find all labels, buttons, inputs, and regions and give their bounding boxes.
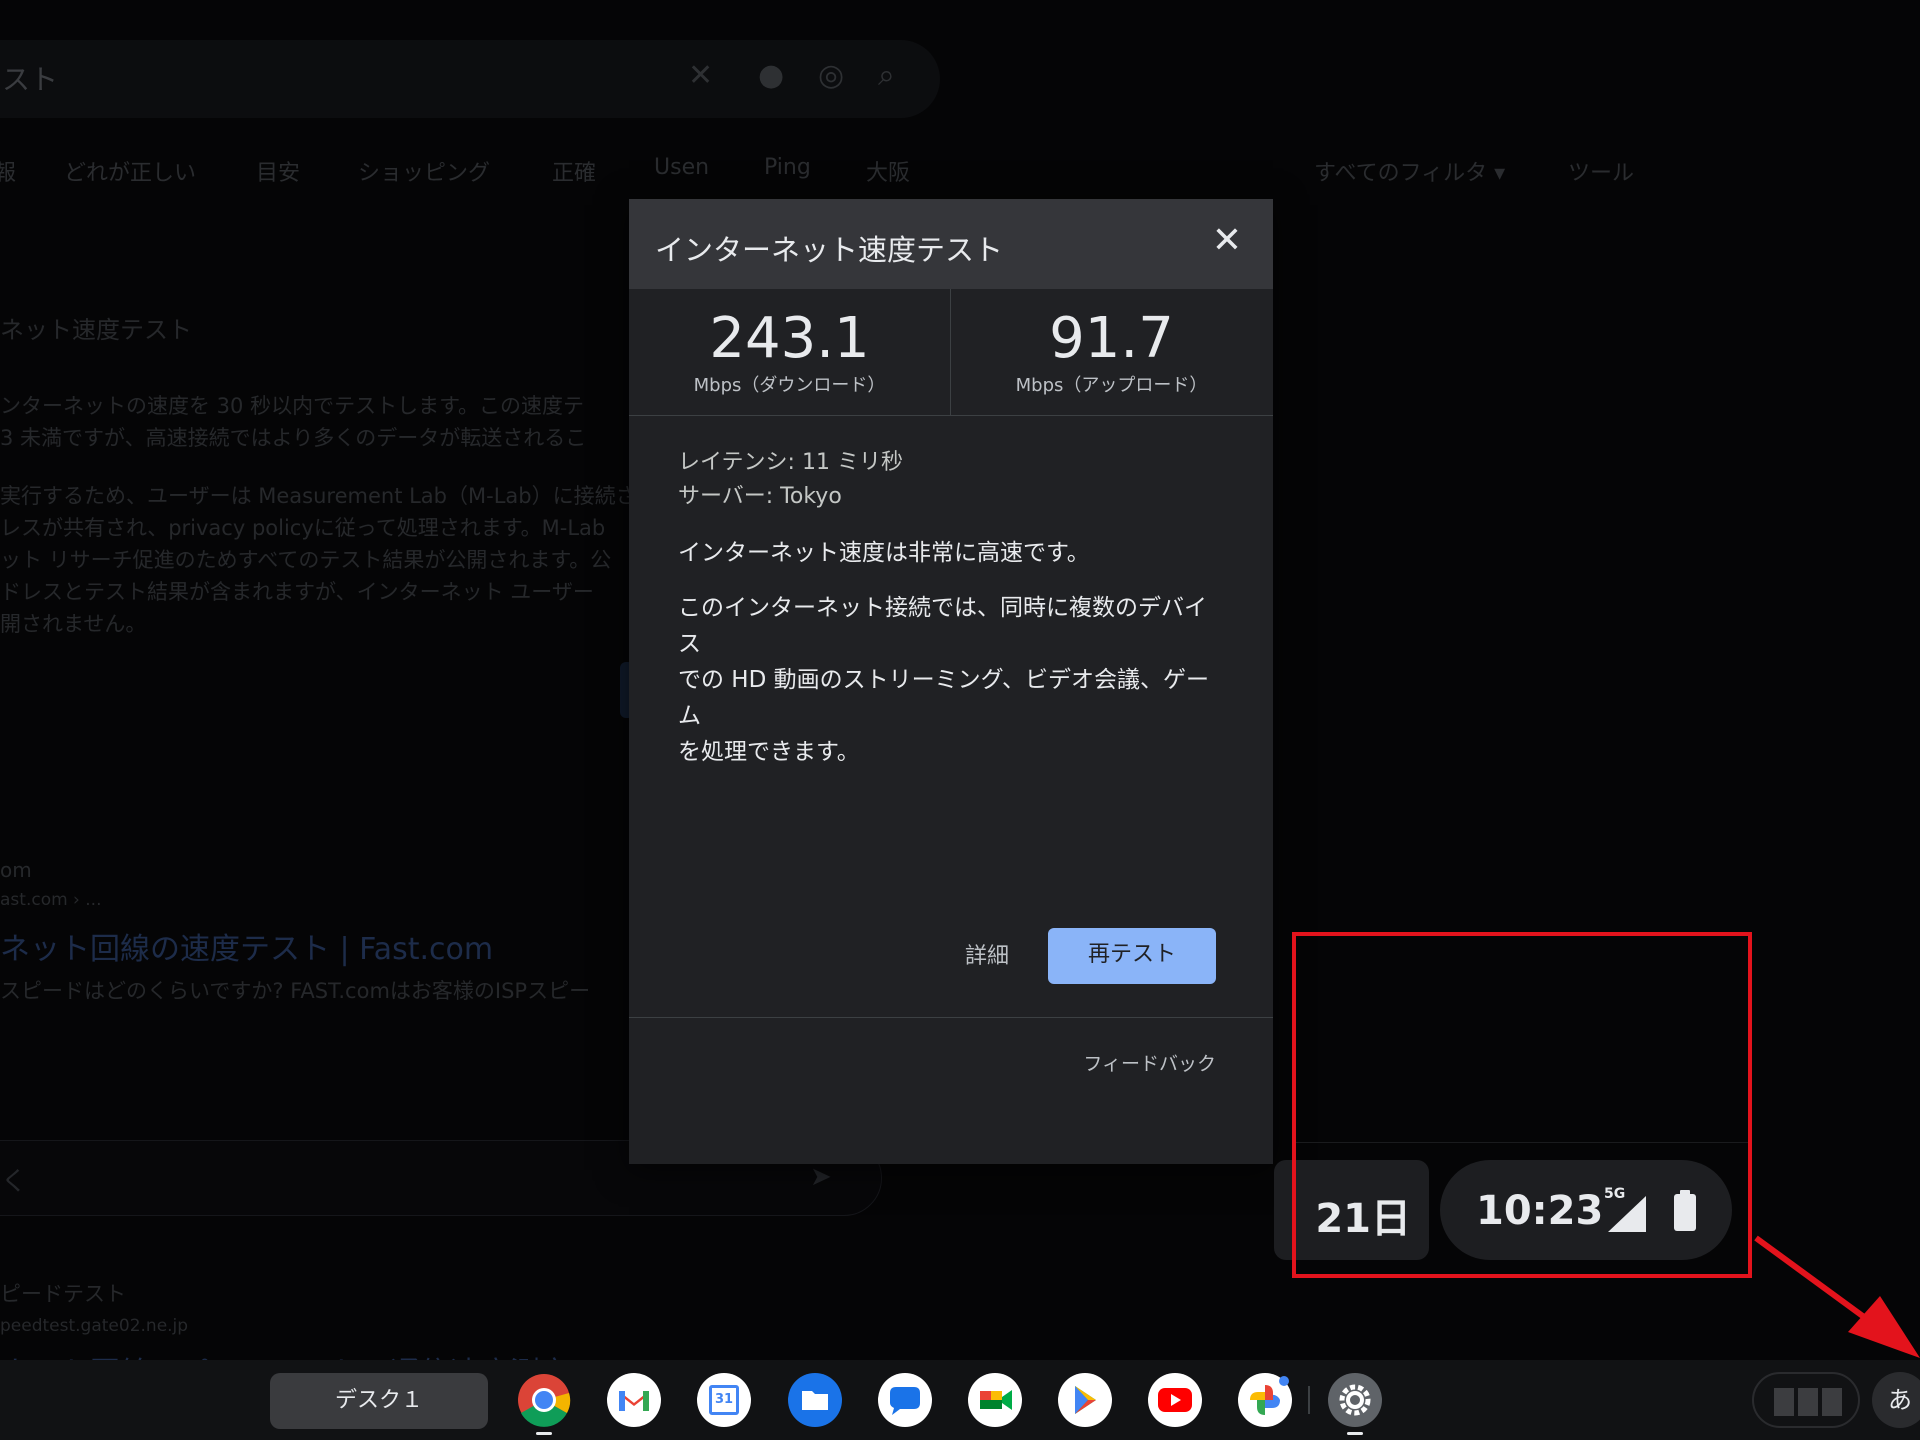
calendar-day: 31 xyxy=(709,1385,739,1415)
server-text: サーバー: Tokyo xyxy=(678,484,842,509)
send-icon[interactable]: ➤ xyxy=(810,1162,832,1192)
download-unit: Mbps（ダウンロード） xyxy=(693,375,886,396)
latency-text: レイテンシ: 11 ミリ秒 xyxy=(678,450,903,475)
settings-icon[interactable] xyxy=(1328,1373,1382,1427)
filter-chip[interactable]: 大阪 xyxy=(866,155,910,187)
photos-icon[interactable] xyxy=(1238,1373,1292,1427)
search-query: スト xyxy=(2,63,59,96)
description-line: を処理できます。 xyxy=(678,739,860,765)
filter-chip[interactable]: ショッピング xyxy=(358,155,490,187)
divider xyxy=(629,1017,1273,1018)
section-title: ネット速度テスト xyxy=(0,316,192,344)
result-url: ast.com › ... xyxy=(0,890,102,910)
highlight-box xyxy=(1292,932,1752,1278)
desk-button[interactable]: デスク１ xyxy=(270,1373,488,1429)
meet-icon[interactable] xyxy=(968,1373,1022,1427)
desks-overview-button[interactable] xyxy=(1752,1372,1860,1428)
filter-chip[interactable]: どれが正しい xyxy=(64,155,196,187)
input-placeholder: く xyxy=(1,1167,28,1197)
desk-thumb xyxy=(1798,1388,1818,1416)
retest-button[interactable]: 再テスト xyxy=(1048,928,1216,984)
speed-test-dialog: インターネット速度テスト ✕ 243.1 Mbps（ダウンロード） 91.7 M… xyxy=(629,199,1273,1164)
filter-chip[interactable]: Usen xyxy=(654,155,709,180)
description-line: このインターネット接続では、同時に複数のデバイス xyxy=(678,595,1207,657)
result-title-link[interactable]: ネット回線スピードテスト - 通信速度測定 | USEN xyxy=(0,1348,681,1360)
filter-chip[interactable]: 報 xyxy=(0,155,16,187)
filter-chip-row: 報 どれが正しい 目安 ショッピング 正確 Usen Ping 大阪 すべてのフ… xyxy=(0,155,1920,195)
lens-icon[interactable]: ◎ xyxy=(818,58,844,93)
desc-line: ドレスとテスト結果が含まれますが、インターネット ユーザー xyxy=(0,580,594,604)
filter-chip[interactable]: 目安 xyxy=(256,155,300,187)
tools-button[interactable]: ツール xyxy=(1568,155,1634,187)
result-site-name: om xyxy=(0,858,32,882)
desc-line: ンターネットの速度を 30 秒以内でテストします。この速度テ xyxy=(0,394,584,418)
speed-description: このインターネット接続では、同時に複数のデバイス での HD 動画のストリーミン… xyxy=(678,590,1217,770)
download-value: 243.1 xyxy=(709,306,870,371)
close-icon[interactable]: ✕ xyxy=(1205,219,1249,263)
mic-icon[interactable]: ● xyxy=(758,58,784,93)
messages-icon[interactable] xyxy=(878,1373,932,1427)
running-indicator xyxy=(536,1432,552,1435)
result-snippet: スピードはどのくらいですか? FAST.comはお客様のISPスピー xyxy=(0,979,591,1003)
description-line: での HD 動画のストリーミング、ビデオ会議、ゲーム xyxy=(678,667,1210,729)
desc-line: 開されません。 xyxy=(0,612,147,636)
download-result: 243.1 Mbps（ダウンロード） xyxy=(629,289,951,415)
files-icon[interactable] xyxy=(788,1373,842,1427)
upload-result: 91.7 Mbps（アップロード） xyxy=(951,289,1272,415)
all-filters-button[interactable]: すべてのフィルタ ▾ xyxy=(1314,155,1505,187)
dialog-actions: 詳細 再テスト xyxy=(629,928,1273,988)
result-url: peedtest.gate02.ne.jp xyxy=(0,1316,189,1336)
desc-line: レスが共有され、privacy policyに従って処理されます。M-Lab xyxy=(0,516,606,540)
play-store-icon[interactable] xyxy=(1058,1373,1112,1427)
calendar-icon[interactable]: 31 xyxy=(697,1373,751,1427)
desc-line: 3 未満ですが、高速接続ではより多くのデータが転送されるこ xyxy=(0,426,587,450)
desk-thumb xyxy=(1774,1388,1794,1416)
ime-indicator[interactable]: あ xyxy=(1872,1372,1920,1428)
desc-line: ット リサーチ促進のためすべてのテスト結果が公開されます。公 xyxy=(0,548,612,572)
result-title-link[interactable]: ネット回線の速度テスト | Fast.com xyxy=(0,924,493,968)
details-button[interactable]: 詳細 xyxy=(965,938,1009,970)
filter-chip[interactable]: 正確 xyxy=(552,155,596,187)
desk-thumb xyxy=(1822,1388,1842,1416)
speed-summary: インターネット速度は非常に高速です。 xyxy=(678,540,1090,566)
running-indicator xyxy=(1347,1432,1363,1435)
divider xyxy=(1308,1386,1310,1414)
chrome-icon[interactable] xyxy=(517,1373,571,1427)
filter-chip[interactable]: Ping xyxy=(764,155,811,180)
dialog-header: インターネット速度テスト ✕ xyxy=(629,199,1273,289)
desc-line: 実行するため、ユーザーは Measurement Lab（M-Lab）に接続さ xyxy=(0,484,637,508)
feedback-link[interactable]: フィードバック xyxy=(1083,1049,1216,1076)
search-bar[interactable]: スト ✕ ● ◎ ⌕ xyxy=(0,40,940,118)
search-icon[interactable]: ⌕ xyxy=(878,58,895,93)
result-site-name: ピードテスト xyxy=(0,1282,126,1306)
youtube-icon[interactable] xyxy=(1148,1373,1202,1427)
speed-results: 243.1 Mbps（ダウンロード） 91.7 Mbps（アップロード） xyxy=(629,289,1273,416)
shelf: デスク１ 31 あ xyxy=(0,1360,1920,1440)
gmail-icon[interactable] xyxy=(607,1373,661,1427)
upload-value: 91.7 xyxy=(1049,306,1174,371)
upload-unit: Mbps（アップロード） xyxy=(1015,375,1208,396)
dialog-body: レイテンシ: 11 ミリ秒 サーバー: Tokyo インターネット速度は非常に高… xyxy=(629,416,1273,770)
clear-icon[interactable]: ✕ xyxy=(688,58,713,93)
dialog-title: インターネット速度テスト xyxy=(655,233,1004,267)
